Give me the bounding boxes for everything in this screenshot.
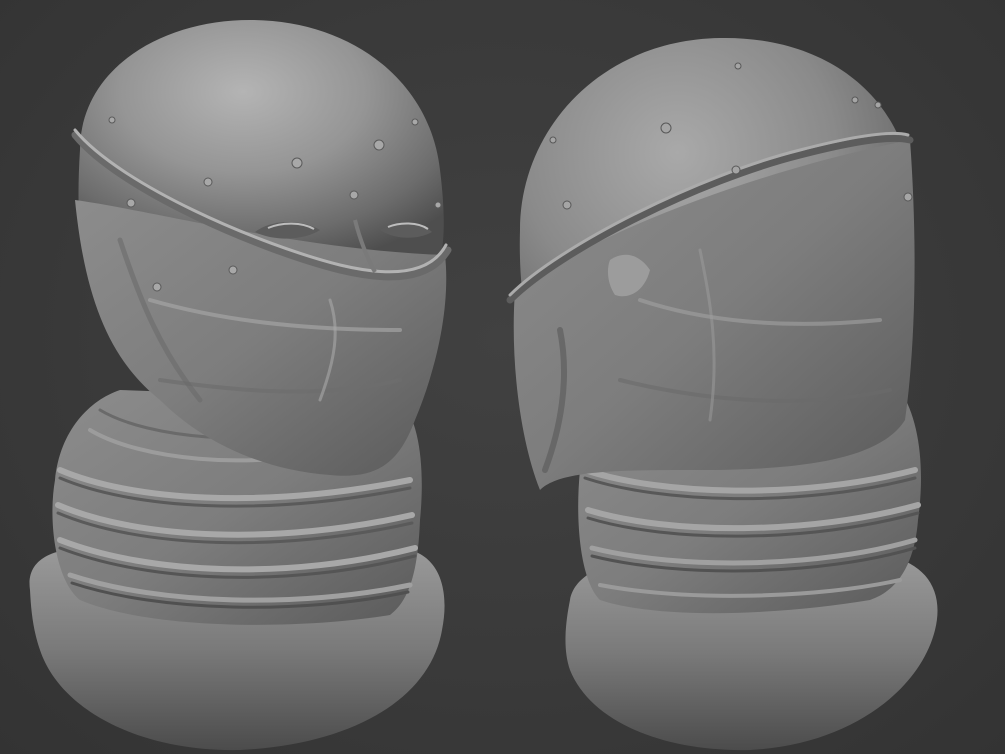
left-bust[interactable] — [29, 20, 452, 751]
render-canvas — [29, 20, 938, 751]
right-bust[interactable] — [506, 37, 938, 751]
sculpt-viewport[interactable] — [0, 0, 1005, 754]
